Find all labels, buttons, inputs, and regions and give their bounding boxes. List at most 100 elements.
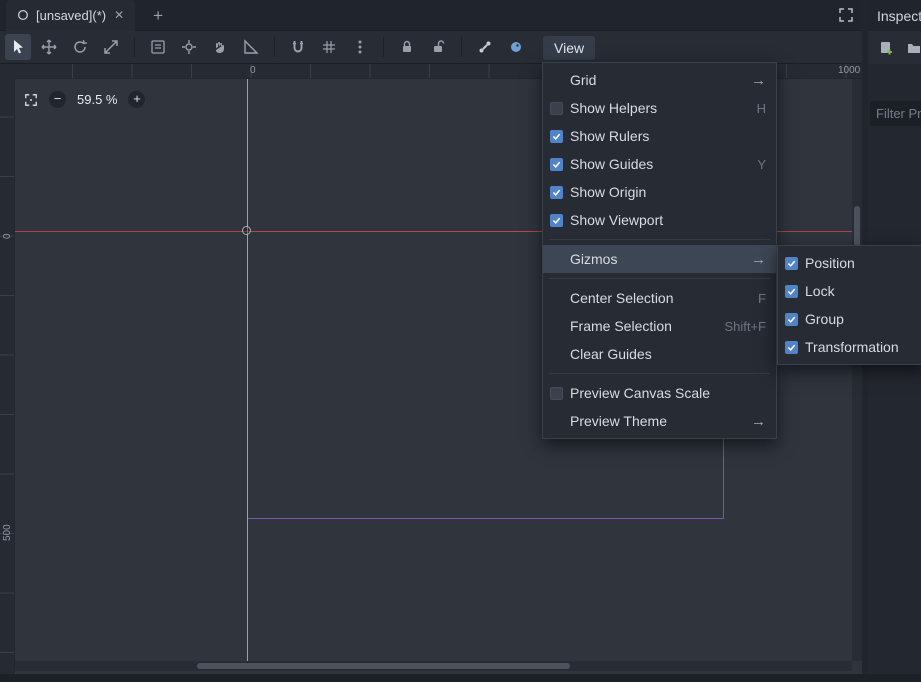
toolbar-separator <box>383 37 384 57</box>
ruler-mode-button[interactable] <box>238 34 264 60</box>
filter-properties-input[interactable]: Filter Properties <box>870 101 921 126</box>
menu-item-show-guides[interactable]: Show Guides Y <box>543 150 776 178</box>
vertical-ruler[interactable]: 0 500 <box>0 79 15 674</box>
checkbox-checked-icon <box>550 130 563 143</box>
inspector-toolbar <box>868 31 921 64</box>
menu-item-label: Transformation <box>805 339 916 355</box>
menu-item-label: Clear Guides <box>570 346 766 362</box>
vertical-scrollbar[interactable] <box>852 79 862 661</box>
pan-tool-button[interactable] <box>207 34 233 60</box>
menu-item-label: Show Helpers <box>570 100 749 116</box>
menu-item-show-helpers[interactable]: Show Helpers H <box>543 94 776 122</box>
menu-item-label: Show Rulers <box>570 128 766 144</box>
menu-item-show-rulers[interactable]: Show Rulers <box>543 122 776 150</box>
pivot-tool-button[interactable] <box>176 34 202 60</box>
grid-snap-button[interactable] <box>316 34 342 60</box>
y-axis-line <box>247 79 248 665</box>
inspector-body: Filter Properties <box>868 64 921 682</box>
snap-options-icon[interactable] <box>347 34 373 60</box>
checkbox-checked-icon <box>550 158 563 171</box>
zoom-in-button[interactable]: + <box>128 91 145 108</box>
scene-tab[interactable]: [unsaved](*) ✕ <box>6 0 135 31</box>
menu-item-label: Position <box>805 255 916 271</box>
center-view-icon[interactable] <box>24 93 38 107</box>
scene-tab-bar: [unsaved](*) ✕ + <box>0 0 862 31</box>
menu-separator <box>549 239 770 240</box>
menu-item-label: Show Guides <box>570 156 749 172</box>
skeleton-options-icon[interactable] <box>503 34 529 60</box>
new-resource-icon[interactable] <box>878 40 894 56</box>
submenu-item-position[interactable]: Position <box>778 249 921 277</box>
load-resource-icon[interactable] <box>906 40 921 56</box>
menu-item-clear-guides[interactable]: Clear Guides <box>543 340 776 368</box>
checkbox-checked-icon <box>785 285 798 298</box>
menu-item-preview-theme[interactable]: Preview Theme → <box>543 407 776 435</box>
submenu-item-transformation[interactable]: Transformation <box>778 333 921 361</box>
checkbox-unchecked-icon <box>550 102 563 115</box>
menu-item-frame-selection[interactable]: Frame Selection Shift+F <box>543 312 776 340</box>
submenu-arrow-icon: → <box>751 251 766 268</box>
view-menu-popup: Grid → Show Helpers H Show Rulers Show G… <box>542 62 777 439</box>
distraction-free-mode-icon[interactable] <box>838 7 854 23</box>
menu-item-show-origin[interactable]: Show Origin <box>543 178 776 206</box>
menu-item-label: Show Origin <box>570 184 766 200</box>
shortcut-label: F <box>758 291 766 306</box>
scale-tool-button[interactable] <box>98 34 124 60</box>
menu-item-label: Frame Selection <box>570 318 716 334</box>
list-select-button[interactable] <box>145 34 171 60</box>
checkbox-unchecked-icon <box>550 387 563 400</box>
select-tool-button[interactable] <box>5 34 31 60</box>
zoom-out-button[interactable]: − <box>49 91 66 108</box>
menu-item-preview-canvas-scale[interactable]: Preview Canvas Scale <box>543 379 776 407</box>
checkbox-checked-icon <box>550 214 563 227</box>
canvas-toolbar <box>0 31 862 64</box>
origin-marker <box>242 226 251 235</box>
submenu-item-lock[interactable]: Lock <box>778 277 921 305</box>
checkbox-checked-icon <box>785 313 798 326</box>
bone-tool-icon[interactable] <box>472 34 498 60</box>
inspector-tab-label: Inspector <box>877 8 921 24</box>
zoom-percent[interactable]: 59.5 % <box>77 92 117 107</box>
scene-icon <box>16 8 30 22</box>
inspector-tab[interactable]: Inspector <box>868 0 921 31</box>
add-scene-tab-button[interactable]: + <box>147 5 169 26</box>
gizmos-submenu-popup: Position Lock Group Transformation <box>777 245 921 365</box>
move-tool-button[interactable] <box>36 34 62 60</box>
menu-item-label: Group <box>805 311 916 327</box>
unlock-object-button[interactable] <box>425 34 451 60</box>
shortcut-label: Shift+F <box>724 319 766 334</box>
menu-item-label: Gizmos <box>570 251 743 267</box>
submenu-arrow-icon: → <box>751 413 766 430</box>
horizontal-scrollbar-thumb[interactable] <box>197 663 570 669</box>
menu-item-center-selection[interactable]: Center Selection F <box>543 284 776 312</box>
view-menu-button[interactable]: View <box>543 36 595 60</box>
rotate-tool-button[interactable] <box>67 34 93 60</box>
smart-snap-button[interactable] <box>285 34 311 60</box>
shortcut-label: Y <box>757 157 766 172</box>
checkbox-checked-icon <box>785 341 798 354</box>
scene-tab-label: [unsaved](*) <box>36 8 106 23</box>
menu-item-grid[interactable]: Grid → <box>543 66 776 94</box>
menu-separator <box>549 278 770 279</box>
shortcut-label: H <box>757 101 766 116</box>
submenu-item-group[interactable]: Group <box>778 305 921 333</box>
toolbar-separator <box>461 37 462 57</box>
menu-item-label: Preview Canvas Scale <box>570 385 766 401</box>
ruler-corner <box>0 64 15 79</box>
menu-item-label: Lock <box>805 283 916 299</box>
menu-item-label: Preview Theme <box>570 413 743 429</box>
close-tab-icon[interactable]: ✕ <box>112 8 126 22</box>
toolbar-separator <box>134 37 135 57</box>
checkbox-checked-icon <box>550 186 563 199</box>
ruler-label: 0 <box>2 233 13 239</box>
menu-item-show-viewport[interactable]: Show Viewport <box>543 206 776 234</box>
zoom-controls: − 59.5 % + <box>24 91 145 108</box>
menu-item-label: Show Viewport <box>570 212 766 228</box>
bottom-panel-edge <box>0 674 921 682</box>
ruler-label: 500 <box>2 524 13 541</box>
menu-item-gizmos[interactable]: Gizmos → <box>543 245 776 273</box>
lock-object-button[interactable] <box>394 34 420 60</box>
ruler-label: 1000 <box>838 65 860 76</box>
submenu-arrow-icon: → <box>751 72 766 89</box>
toolbar-separator <box>274 37 275 57</box>
